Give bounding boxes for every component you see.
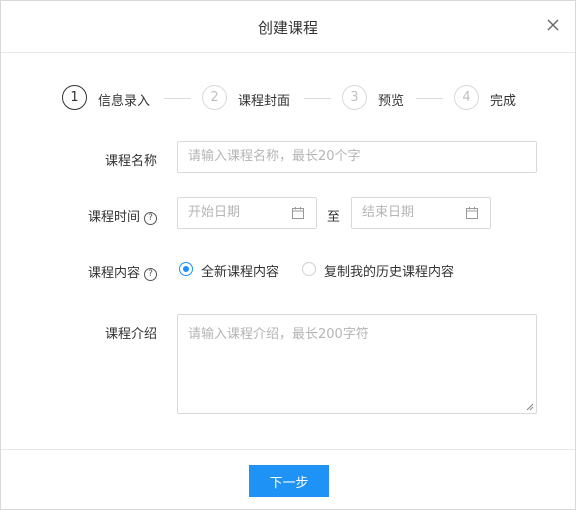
start-date-placeholder: 开始日期 [188,205,241,220]
course-content-label-text: 课程内容 [87,266,140,281]
step-connector [164,98,191,99]
radio-new-content-label: 全新课程内容 [201,265,280,280]
radio-copy-history-label: 复制我的历史课程内容 [324,265,455,280]
help-icon[interactable]: ? [144,212,157,225]
dialog-footer: 下一步 [1,449,575,510]
course-name-placeholder: 请输入课程名称，最长20个字 [188,149,361,164]
course-intro-label: 课程介绍 [105,323,157,342]
dialog-title: 创建课程 [257,19,318,37]
close-icon[interactable] [545,17,561,33]
radio-button-unchecked[interactable] [302,262,316,276]
help-icon[interactable]: ? [144,268,157,281]
step-1-label: 信息录入 [98,94,151,109]
step-2-number: 2 [202,85,227,110]
create-course-dialog: 创建课程 1 信息录入 2 课程封面 3 预览 4 完成 课程名称 请输入课程名… [0,0,576,510]
course-name-input[interactable]: 请输入课程名称，最长20个字 [177,141,537,173]
course-intro-placeholder: 请输入课程介绍，最长200字符 [188,327,369,342]
course-name-label-text: 课程名称 [104,154,157,169]
end-date-placeholder: 结束日期 [362,205,415,220]
dialog-header: 创建课程 [1,1,575,53]
calendar-icon [292,207,304,219]
course-time-label-text: 课程时间 [87,210,140,225]
start-date-picker[interactable]: 开始日期 [177,197,317,229]
course-intro-textarea[interactable]: 请输入课程介绍，最长200字符 [177,314,537,414]
radio-button-checked[interactable] [179,262,193,276]
course-name-label: 课程名称 [105,150,157,169]
step-4-label: 完成 [490,94,517,109]
resize-grip-icon[interactable] [526,403,534,411]
step-connector [416,98,443,99]
date-range-separator: 至 [327,210,341,225]
radio-copy-history[interactable]: 复制我的历史课程内容 [302,261,472,280]
next-step-button[interactable]: 下一步 [249,465,329,497]
end-date-picker[interactable]: 结束日期 [351,197,491,229]
step-3-number: 3 [342,85,367,110]
course-content-label: 课程内容? [88,262,157,281]
step-2-label: 课程封面 [238,94,291,109]
step-4-number: 4 [454,85,479,110]
step-3-label: 预览 [378,94,405,109]
step-connector [304,98,331,99]
course-intro-label-text: 课程介绍 [104,327,157,342]
step-1-number: 1 [62,85,87,110]
step-progress: 1 信息录入 2 课程封面 3 预览 4 完成 [1,85,575,115]
course-time-label: 课程时间? [88,206,157,225]
calendar-icon [466,207,478,219]
radio-new-content[interactable]: 全新课程内容 [179,261,289,280]
